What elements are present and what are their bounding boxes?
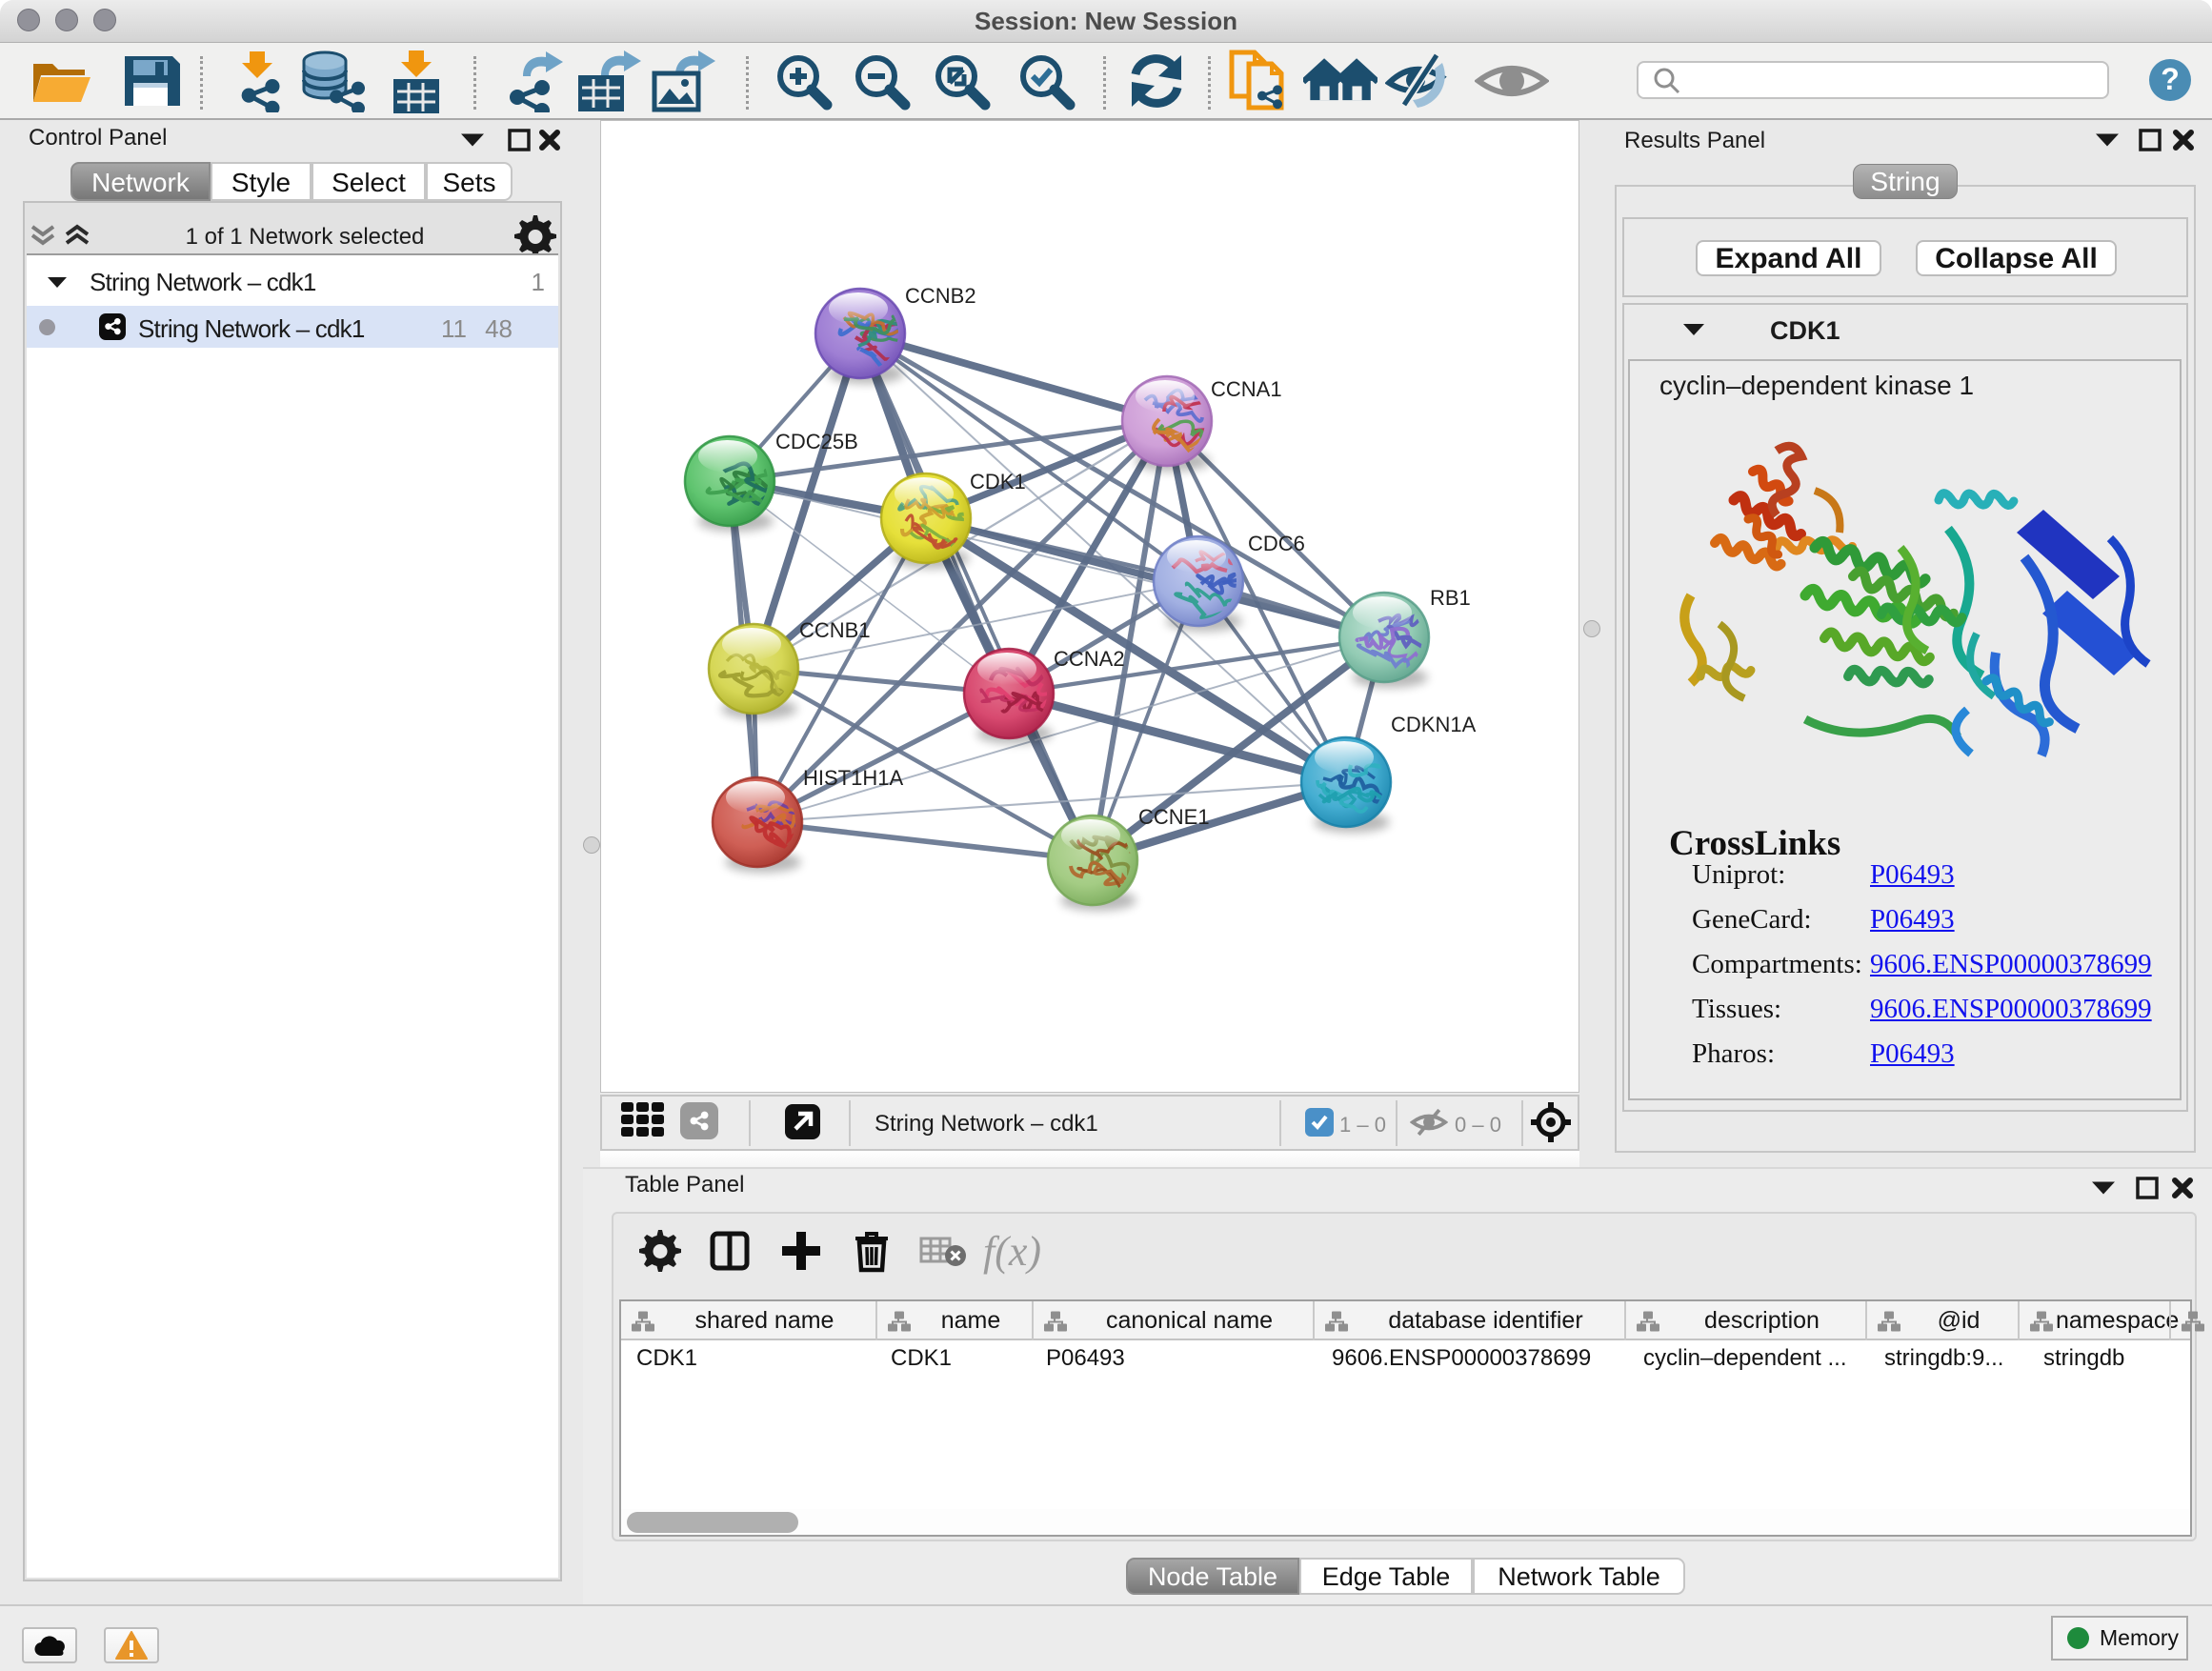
svg-text:?: ? xyxy=(2161,62,2180,96)
svg-text:CCNB1: CCNB1 xyxy=(799,618,871,642)
svg-text:CCNE1: CCNE1 xyxy=(1138,805,1210,829)
svg-text:HIST1H1A: HIST1H1A xyxy=(803,766,903,790)
svg-text:CDK1: CDK1 xyxy=(970,470,1026,493)
svg-text:CDC25B: CDC25B xyxy=(775,430,858,453)
svg-text:CCNA2: CCNA2 xyxy=(1054,647,1125,671)
svg-text:CCNA1: CCNA1 xyxy=(1211,377,1282,401)
svg-text:CCNB2: CCNB2 xyxy=(905,284,976,308)
svg-text:RB1: RB1 xyxy=(1430,586,1471,610)
svg-text:CDC6: CDC6 xyxy=(1248,532,1305,555)
svg-text:CDKN1A: CDKN1A xyxy=(1391,713,1477,736)
